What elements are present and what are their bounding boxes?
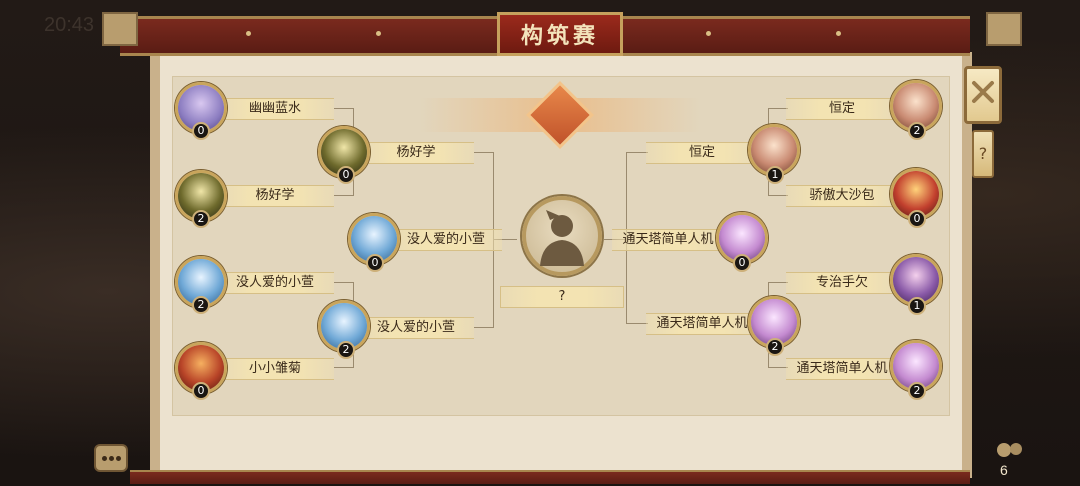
score-badge: 0 [366, 254, 384, 272]
bracket-line [626, 323, 648, 324]
score-badge: 2 [192, 296, 210, 314]
bracket-line [474, 152, 494, 153]
score-badge: 1 [908, 297, 926, 315]
bracket-line [626, 152, 648, 153]
spectator-button[interactable]: 6 [992, 440, 1028, 480]
page-title: 构筑赛 [497, 12, 623, 56]
player-name: 没人爱的小萱 [358, 317, 474, 339]
ornament-dot [706, 31, 711, 36]
chat-icon [109, 456, 114, 461]
player-name: 专治手欠 [786, 272, 898, 294]
close-button[interactable] [964, 66, 1002, 124]
ornament-dot [376, 31, 381, 36]
score-badge: 0 [733, 254, 751, 272]
champion-avatar-placeholder [522, 196, 602, 276]
bracket-line [474, 327, 494, 328]
bracket-line [768, 195, 788, 196]
player-name: 通天塔简单人机 [646, 313, 758, 335]
score-badge: 1 [766, 166, 784, 184]
score-badge: 2 [192, 210, 210, 228]
spectators-icon [997, 443, 1022, 457]
bottom-banner [130, 470, 970, 484]
ornament-dot [836, 31, 841, 36]
score-badge: 2 [908, 382, 926, 400]
bracket-line [334, 108, 354, 109]
spectator-count: 6 [1000, 462, 1008, 478]
player-name: 恒定 [646, 142, 758, 164]
chat-icon [102, 456, 107, 461]
player-name: 小小雏菊 [216, 358, 334, 380]
chat-button[interactable] [94, 444, 128, 472]
player-name: 没人爱的小萱 [390, 229, 502, 251]
corner-ornament [986, 12, 1022, 46]
player-name: 通天塔简单人机 [786, 358, 898, 380]
player-name: 幽幽蓝水 [216, 98, 334, 120]
score-badge: 0 [337, 166, 355, 184]
player-name: 没人爱的小萱 [216, 272, 334, 294]
score-badge: 2 [337, 341, 355, 359]
score-badge: 2 [766, 338, 784, 356]
bracket-line [768, 108, 788, 109]
help-button[interactable]: ? [972, 130, 994, 178]
bracket-line [768, 282, 788, 283]
bracket-line [334, 195, 354, 196]
champion-name-placeholder: ? [500, 286, 624, 308]
bracket-line [334, 367, 354, 368]
player-name: 通天塔简单人机 [612, 229, 724, 251]
bracket-line [768, 367, 788, 368]
score-badge: 0 [192, 382, 210, 400]
player-name: 杨好学 [358, 142, 474, 164]
player-name: 恒定 [786, 98, 898, 120]
score-badge: 0 [192, 122, 210, 140]
ornament-dot [246, 31, 251, 36]
close-icon [972, 81, 994, 103]
chat-icon [116, 456, 121, 461]
score-badge: 0 [908, 210, 926, 228]
player-name: 杨好学 [216, 185, 334, 207]
help-icon: ? [978, 144, 988, 163]
corner-ornament [102, 12, 138, 46]
silhouette-icon [540, 210, 584, 266]
player-name: 骄傲大沙包 [786, 185, 898, 207]
score-badge: 2 [908, 122, 926, 140]
bracket-line [334, 282, 354, 283]
status-time: 20:43 [44, 14, 95, 36]
